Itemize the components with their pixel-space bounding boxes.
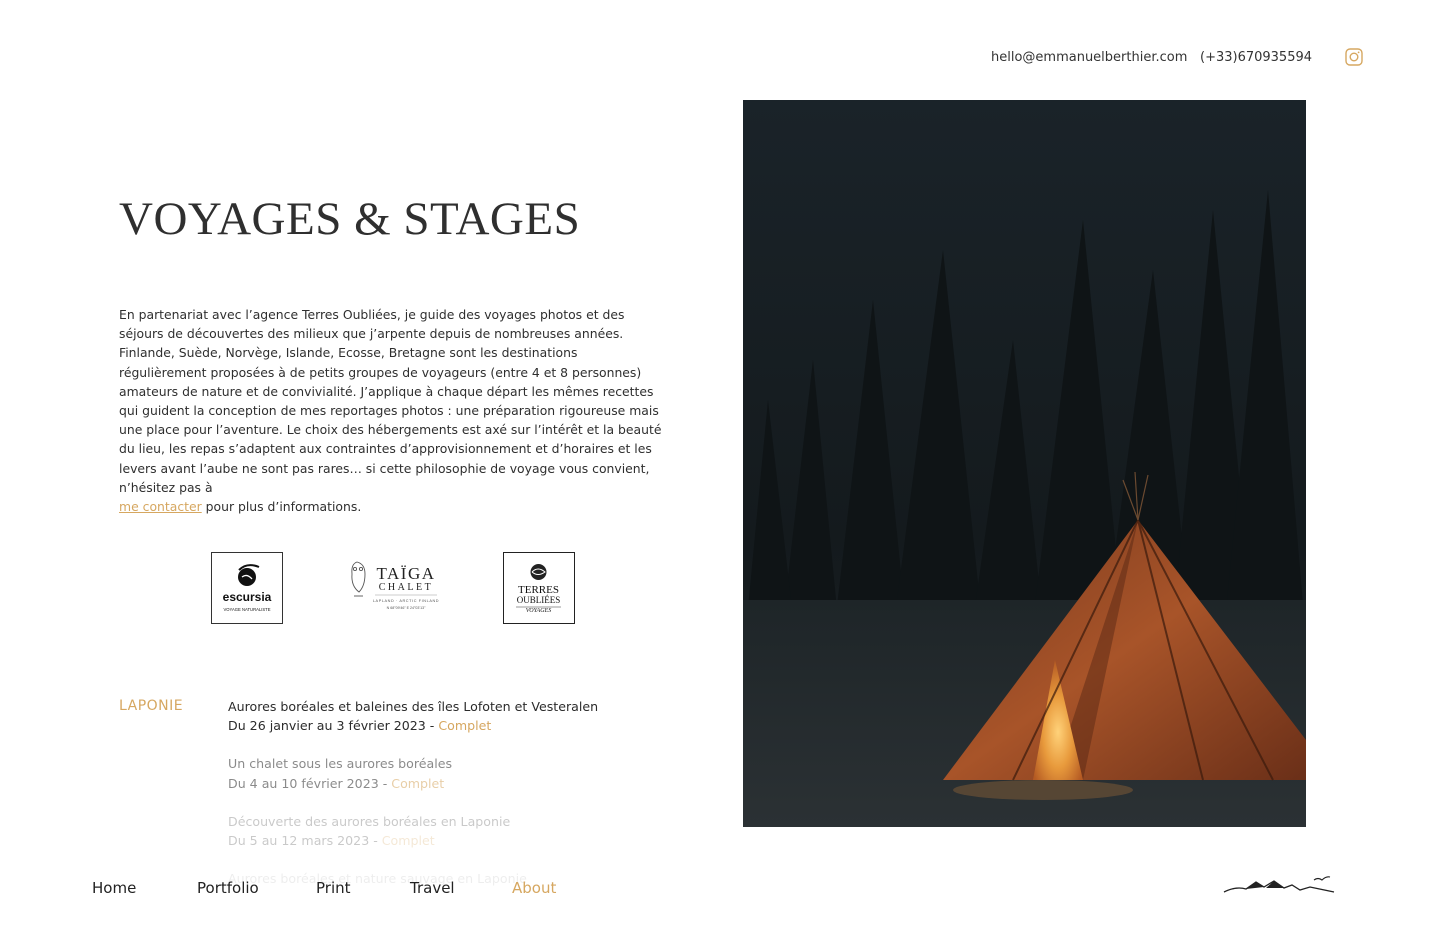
trip-item[interactable]: Découverte des aurores boréales en Lapon… xyxy=(228,812,708,850)
escursia-name: escursia xyxy=(223,590,272,604)
intro-text: En partenariat avec l’agence Terres Oubl… xyxy=(119,307,662,495)
nav-print[interactable]: Print xyxy=(316,879,351,897)
trip-status: Complet xyxy=(381,833,435,849)
trip-status: Complet xyxy=(438,718,492,734)
bottom-nav: Home Portfolio Print Travel About xyxy=(0,879,1434,901)
nav-about[interactable]: About xyxy=(512,879,556,897)
taiga-tagline: LAPLAND · ARCTIC FINLAND xyxy=(373,599,439,603)
escursia-tagline: VOYAGE NATURALISTE xyxy=(223,607,270,612)
region-label: LAPONIE xyxy=(119,698,184,714)
nav-travel[interactable]: Travel xyxy=(410,879,455,897)
trip-title: Découverte des aurores boréales en Lapon… xyxy=(228,813,511,829)
trip-title: Un chalet sous les aurores boréales xyxy=(228,756,453,772)
instagram-icon[interactable] xyxy=(1345,48,1363,66)
intro-tail: pour plus d’informations. xyxy=(201,499,362,515)
terres-line3: VOYAGES xyxy=(526,608,551,614)
top-bar: hello@emmanuelberthier.com (+33)67093559… xyxy=(0,48,1434,70)
trip-title: Aurores boréales et baleines des îles Lo… xyxy=(228,699,599,714)
trip-dates: Du 5 au 12 mars 2023 - xyxy=(228,833,382,849)
trip-item[interactable]: Aurores boréales et baleines des îles Lo… xyxy=(228,697,708,735)
trip-dates: Du 26 janvier au 3 février 2023 - xyxy=(228,718,439,734)
nav-home[interactable]: Home xyxy=(92,879,136,897)
intro-paragraph: En partenariat avec l’agence Terres Oubl… xyxy=(119,305,664,516)
phone-link[interactable]: (+33)670935594 xyxy=(1200,50,1312,65)
trip-dates-line: Du 5 au 12 mars 2023 - Complet xyxy=(228,831,708,850)
taiga-chalet-logo[interactable]: TAÏGA CHALET LAPLAND · ARCTIC FINLAND N … xyxy=(345,552,445,624)
escursia-logo[interactable]: escursia VOYAGE NATURALISTE xyxy=(211,552,283,624)
trip-dates: Du 4 au 10 février 2023 - xyxy=(228,775,392,791)
taiga-coords: N 68°09'46" E 24°03'13" xyxy=(387,606,426,610)
page-title: VOYAGES & STAGES xyxy=(119,193,581,245)
email-link[interactable]: hello@emmanuelberthier.com xyxy=(991,50,1187,65)
trip-status: Complet xyxy=(391,775,445,791)
contact-link[interactable]: me contacter xyxy=(119,499,202,514)
trip-dates-line: Du 4 au 10 février 2023 - Complet xyxy=(228,774,708,793)
trips-list: Aurores boréales et baleines des îles Lo… xyxy=(228,697,708,907)
tipi-photo xyxy=(743,100,1306,827)
taiga-sub: CHALET xyxy=(379,582,433,593)
nav-portfolio[interactable]: Portfolio xyxy=(197,879,259,897)
trip-item[interactable]: Un chalet sous les aurores boréales Du 4… xyxy=(228,754,708,792)
terres-line2: OUBLIÉES xyxy=(517,595,561,605)
taiga-name: TAÏGA xyxy=(376,564,435,583)
terres-oubliees-logo[interactable]: TERRES OUBLIÉES VOYAGES xyxy=(503,552,575,624)
mountain-logo-icon[interactable] xyxy=(1222,872,1336,898)
trip-dates-line: Du 26 janvier au 3 février 2023 - Comple… xyxy=(228,716,708,735)
